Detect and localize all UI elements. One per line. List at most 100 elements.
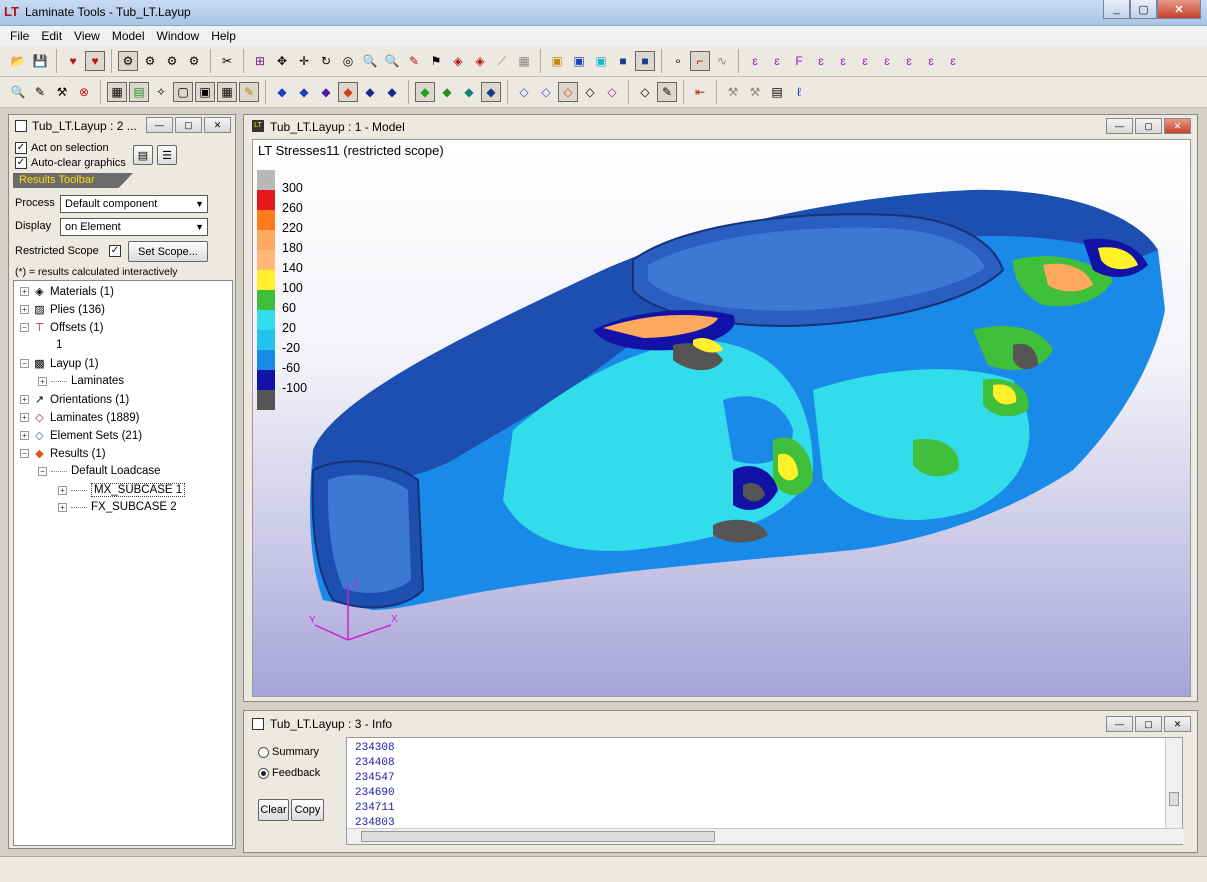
stack-teal-icon[interactable]: ◆ — [459, 82, 479, 102]
model-maximize-button[interactable]: ▢ — [1135, 118, 1162, 134]
stack-green-icon[interactable]: ◆ — [437, 82, 457, 102]
act-on-selection-checkbox[interactable]: ✓ — [15, 141, 27, 154]
model-minimize-button[interactable]: — — [1106, 118, 1133, 134]
restricted-scope-checkbox[interactable]: ✓ — [109, 245, 121, 257]
result-e2-icon[interactable]: ɛ — [767, 51, 787, 71]
plate-color-icon[interactable]: ◇ — [558, 82, 578, 102]
collapse-icon[interactable]: − — [20, 359, 29, 368]
open-icon[interactable]: 📂 — [8, 51, 28, 71]
scroll-thumb[interactable] — [1169, 792, 1179, 806]
view-iso-icon[interactable]: ▣ — [547, 51, 567, 71]
menu-window[interactable]: Window — [151, 29, 206, 43]
menu-file[interactable]: File — [4, 29, 35, 43]
expand-icon[interactable]: + — [20, 395, 29, 404]
car-tub-model[interactable]: Z X Y — [253, 140, 1191, 697]
grid-icon[interactable]: ▦ — [514, 51, 534, 71]
summary-radio[interactable] — [258, 746, 269, 758]
result-s7-icon[interactable]: ɛ — [943, 51, 963, 71]
tree-item-layup[interactable]: − ▩ Layup (1) — [20, 357, 99, 370]
tree-item-materials[interactable]: + ◈ Materials (1) — [20, 285, 114, 298]
expand-icon[interactable]: + — [20, 305, 29, 314]
collapse-icon[interactable]: − — [38, 466, 47, 476]
save-icon[interactable]: 💾 — [30, 51, 50, 71]
collapse-icon[interactable]: − — [20, 323, 29, 332]
target-icon[interactable]: ◎ — [338, 51, 358, 71]
view-box-icon[interactable]: ▣ — [569, 51, 589, 71]
stack-edit-icon[interactable]: ◆ — [481, 82, 501, 102]
tool-c-icon[interactable]: ▤ — [767, 82, 787, 102]
tree-item-plies[interactable]: + ▨ Plies (136) — [20, 303, 105, 316]
layer-dark-icon[interactable]: ◆ — [360, 82, 380, 102]
tool-lap-icon[interactable]: ℓ — [789, 82, 809, 102]
view-cube-icon[interactable]: ▣ — [591, 51, 611, 71]
draw-icon[interactable]: ✎ — [657, 82, 677, 102]
view-solid-icon[interactable]: ■ — [613, 51, 633, 71]
line-icon[interactable]: ⌐ — [690, 51, 710, 71]
plate3-icon[interactable]: ◇ — [580, 82, 600, 102]
export-icon[interactable]: ⇤ — [690, 82, 710, 102]
select-remove-icon[interactable]: ⚙ — [162, 51, 182, 71]
point-icon[interactable]: ∘ — [668, 51, 688, 71]
tree-item-orientations[interactable]: + ↗ Orientations (1) — [20, 393, 129, 406]
display-dropdown[interactable]: on Element ▼ — [60, 218, 208, 236]
close-button[interactable]: ✕ — [1157, 0, 1201, 19]
expand-icon[interactable]: + — [38, 376, 47, 386]
horizontal-scrollbar[interactable] — [347, 828, 1184, 844]
view-shaded-icon[interactable]: ■ — [635, 51, 655, 71]
cancel-icon[interactable]: ⊗ — [74, 82, 94, 102]
panel-minimize-button[interactable]: — — [146, 117, 173, 133]
chart-icon[interactable]: ▤ — [129, 82, 149, 102]
tree-item-laminates[interactable]: + ◇ Laminates (1889) — [20, 411, 140, 424]
3d-viewport[interactable]: LT Stresses11 (restricted scope) 300 260… — [252, 139, 1191, 697]
scroll-thumb[interactable] — [361, 831, 715, 842]
pick-icon[interactable]: ✎ — [30, 82, 50, 102]
result-s5-icon[interactable]: ɛ — [899, 51, 919, 71]
tree-item-fx-subcase[interactable]: + FX_SUBCASE 2 — [58, 501, 177, 513]
layer-arrow-icon[interactable]: ◆ — [382, 82, 402, 102]
rotate-icon[interactable]: ↻ — [316, 51, 336, 71]
frame2-icon[interactable]: ▣ — [195, 82, 215, 102]
print-preview-icon[interactable]: 🔍 — [8, 82, 28, 102]
info-output[interactable]: 234308 234408 234547 234690 234711 23480… — [346, 737, 1184, 845]
process-dropdown[interactable]: Default component ▼ — [60, 195, 208, 213]
auto-clear-checkbox[interactable]: ✓ — [15, 156, 27, 169]
mesh-icon[interactable]: ▦ — [217, 82, 237, 102]
result-s1-icon[interactable]: ɛ — [811, 51, 831, 71]
expand-icon[interactable]: + — [20, 413, 29, 422]
compass-icon[interactable]: ✧ — [151, 82, 171, 102]
menu-help[interactable]: Help — [205, 29, 242, 43]
sketch-icon[interactable]: ✎ — [239, 82, 259, 102]
expand-icon[interactable]: + — [58, 485, 67, 495]
layer-blue2-icon[interactable]: ◆ — [294, 82, 314, 102]
properties-icon[interactable]: ▤ — [133, 145, 153, 165]
list-icon[interactable]: ☰ — [157, 145, 177, 165]
copy-button[interactable]: Copy — [291, 799, 324, 821]
result-s6-icon[interactable]: ɛ — [921, 51, 941, 71]
result-f1-icon[interactable]: F — [789, 51, 809, 71]
move-icon[interactable]: ✛ — [294, 51, 314, 71]
info-close-button[interactable]: ✕ — [1164, 716, 1191, 732]
menu-view[interactable]: View — [68, 29, 106, 43]
fit-view-icon[interactable]: ⊞ — [250, 51, 270, 71]
tree-item-default-loadcase[interactable]: − Default Loadcase — [38, 465, 161, 477]
expand-icon[interactable]: + — [20, 431, 29, 440]
layer-blue-icon[interactable]: ◆ — [272, 82, 292, 102]
panel-maximize-button[interactable]: ▢ — [175, 117, 202, 133]
select-toggle-icon[interactable]: ⚙ — [184, 51, 204, 71]
info-maximize-button[interactable]: ▢ — [1135, 716, 1162, 732]
heart-icon[interactable]: ♥ — [63, 51, 83, 71]
ply-remove-icon[interactable]: ◈ — [470, 51, 490, 71]
tool-b-icon[interactable]: ⚒ — [745, 82, 765, 102]
model-close-button[interactable]: ✕ — [1164, 118, 1191, 134]
select-mode-icon[interactable]: ⚙ — [118, 51, 138, 71]
zoom-out-icon[interactable]: 🔍 — [360, 51, 380, 71]
frame-icon[interactable]: ▢ — [173, 82, 193, 102]
outline-icon[interactable]: ◇ — [635, 82, 655, 102]
menu-edit[interactable]: Edit — [35, 29, 68, 43]
menu-model[interactable]: Model — [106, 29, 151, 43]
maximize-button[interactable]: ▢ — [1130, 0, 1157, 19]
vertical-scrollbar[interactable] — [1165, 738, 1182, 830]
select-add-icon[interactable]: ⚙ — [140, 51, 160, 71]
clear-button[interactable]: Clear — [258, 799, 289, 821]
table-icon[interactable]: ▦ — [107, 82, 127, 102]
